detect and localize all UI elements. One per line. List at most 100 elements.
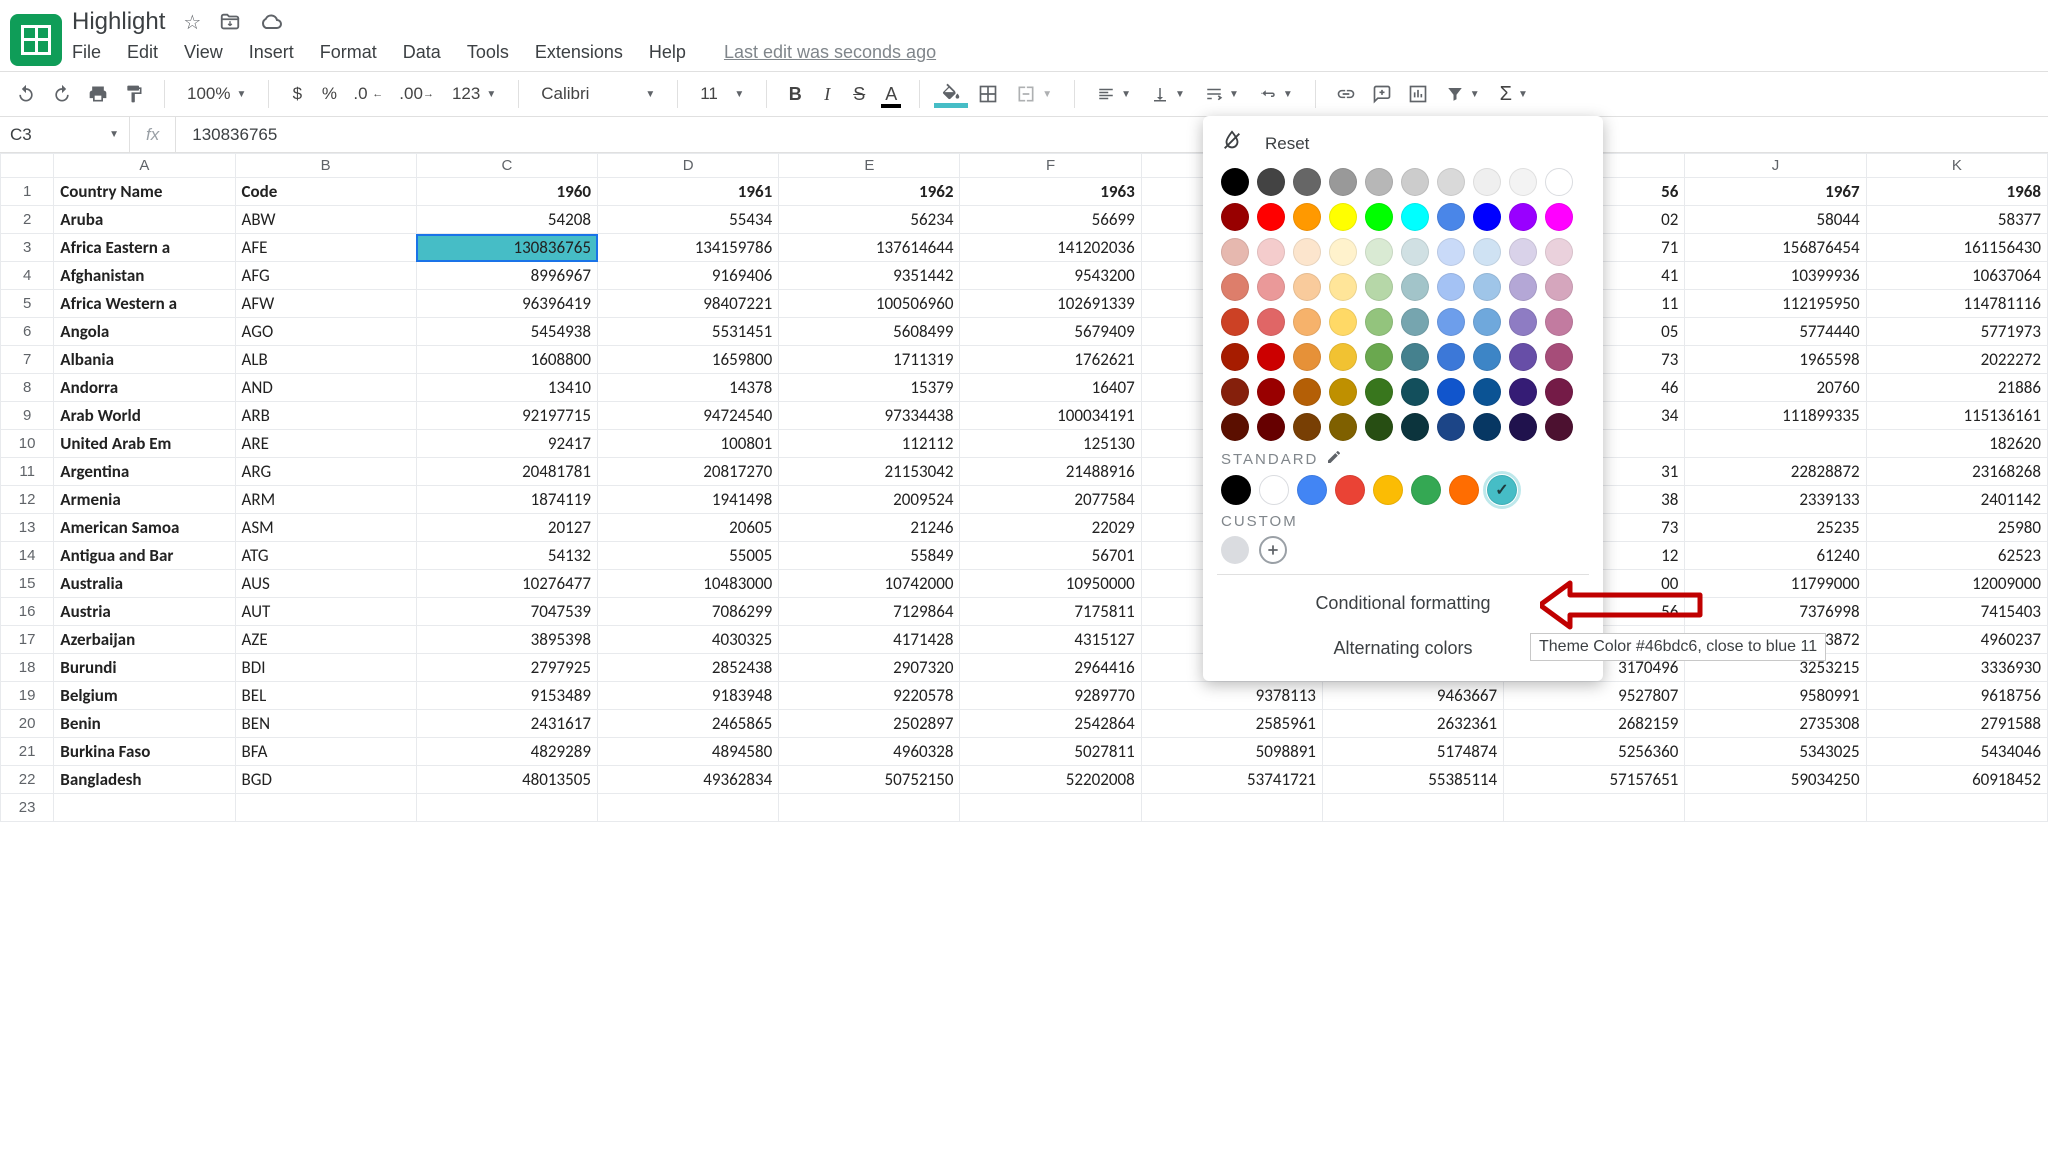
cell[interactable]: 1941498	[598, 486, 779, 514]
cell[interactable]: 141202036	[960, 234, 1141, 262]
star-icon[interactable]: ☆	[183, 10, 201, 35]
table-row[interactable]: 11ArgentinaARG20481781208172702115304221…	[1, 458, 2048, 486]
cell[interactable]: ARM	[235, 486, 416, 514]
color-swatch[interactable]	[1257, 413, 1285, 441]
color-swatch[interactable]	[1401, 413, 1429, 441]
cell[interactable]: AFE	[235, 234, 416, 262]
cell[interactable]: American Samoa	[54, 514, 235, 542]
cell[interactable]: 2797925	[416, 654, 597, 682]
color-swatch[interactable]	[1221, 203, 1249, 231]
color-swatch[interactable]	[1329, 238, 1357, 266]
currency-button[interactable]: $	[283, 78, 311, 110]
cell[interactable]: ATG	[235, 542, 416, 570]
color-swatch[interactable]	[1365, 413, 1393, 441]
color-swatch[interactable]	[1509, 273, 1537, 301]
cell[interactable]: 10483000	[598, 570, 779, 598]
cell[interactable]: 161156430	[1866, 234, 2047, 262]
cell[interactable]: 25980	[1866, 514, 2047, 542]
cell[interactable]: 22828872	[1685, 458, 1866, 486]
chart-button[interactable]	[1402, 78, 1434, 110]
row-number[interactable]: 16	[1, 598, 54, 626]
color-swatch[interactable]	[1509, 378, 1537, 406]
color-swatch[interactable]	[1293, 203, 1321, 231]
h-align-dropdown[interactable]: ▼	[1089, 85, 1139, 103]
cell[interactable]: Australia	[54, 570, 235, 598]
standard-color-swatch[interactable]	[1297, 475, 1327, 505]
cell[interactable]: 12009000	[1866, 570, 2047, 598]
color-swatch[interactable]	[1257, 378, 1285, 406]
color-swatch[interactable]	[1437, 378, 1465, 406]
color-swatch[interactable]	[1545, 343, 1573, 371]
cell[interactable]: 4030325	[598, 626, 779, 654]
table-row[interactable]: 1Country NameCode19601961196219635619671…	[1, 178, 2048, 206]
cell[interactable]: 97334438	[779, 402, 960, 430]
menu-insert[interactable]: Insert	[249, 42, 294, 63]
cell[interactable]: 3336930	[1866, 654, 2047, 682]
bold-button[interactable]: B	[781, 78, 809, 110]
cell[interactable]: 2585961	[1141, 710, 1322, 738]
cell[interactable]: 5343025	[1685, 738, 1866, 766]
cell[interactable]: 130836765	[416, 234, 597, 262]
cell[interactable]: 7415403	[1866, 598, 2047, 626]
move-icon[interactable]	[219, 11, 241, 33]
table-row[interactable]: 19BelgiumBEL9153489918394892205789289770…	[1, 682, 2048, 710]
doc-title[interactable]: Highlight	[72, 8, 165, 36]
cell[interactable]: 2852438	[598, 654, 779, 682]
cell[interactable]: 21488916	[960, 458, 1141, 486]
table-row[interactable]: 20BeninBEN243161724658652502897254286425…	[1, 710, 2048, 738]
cell[interactable]: 52202008	[960, 766, 1141, 794]
cell[interactable]: 62523	[1866, 542, 2047, 570]
color-swatch[interactable]	[1509, 413, 1537, 441]
cell[interactable]: 1659800	[598, 346, 779, 374]
col-C[interactable]: C	[416, 154, 597, 178]
table-row[interactable]: 2ArubaABW5420855434562345669902580445837…	[1, 206, 2048, 234]
percent-button[interactable]: %	[315, 78, 343, 110]
paint-format-button[interactable]	[118, 78, 150, 110]
cell[interactable]	[54, 794, 235, 822]
table-row[interactable]: 8AndorraAND13410143781537916407462076021…	[1, 374, 2048, 402]
cell[interactable]	[1685, 794, 1866, 822]
col-K[interactable]: K	[1866, 154, 2047, 178]
col-D[interactable]: D	[598, 154, 779, 178]
font-dropdown[interactable]: Calibri▼	[533, 84, 663, 104]
cell[interactable]: 2077584	[960, 486, 1141, 514]
cell[interactable]: 9183948	[598, 682, 779, 710]
row-number[interactable]: 4	[1, 262, 54, 290]
cell[interactable]: 2009524	[779, 486, 960, 514]
cell[interactable]: BGD	[235, 766, 416, 794]
color-swatch[interactable]	[1437, 203, 1465, 231]
cell[interactable]	[598, 794, 779, 822]
cell[interactable]: 10637064	[1866, 262, 2047, 290]
col-F[interactable]: F	[960, 154, 1141, 178]
row-number[interactable]: 5	[1, 290, 54, 318]
color-swatch[interactable]	[1257, 168, 1285, 196]
row-number[interactable]: 15	[1, 570, 54, 598]
cell[interactable]	[416, 794, 597, 822]
add-custom-color-button[interactable]	[1259, 536, 1287, 564]
cell[interactable]: 1962	[779, 178, 960, 206]
cell[interactable]: 56699	[960, 206, 1141, 234]
cell[interactable]: 114781116	[1866, 290, 2047, 318]
row-number[interactable]: 7	[1, 346, 54, 374]
color-swatch[interactable]	[1401, 273, 1429, 301]
cell[interactable]	[1866, 794, 2047, 822]
cell[interactable]: 5608499	[779, 318, 960, 346]
row-number[interactable]: 1	[1, 178, 54, 206]
cell[interactable]: 23168268	[1866, 458, 2047, 486]
italic-button[interactable]: I	[813, 78, 841, 110]
cell[interactable]: 9289770	[960, 682, 1141, 710]
cell[interactable]: 54132	[416, 542, 597, 570]
last-edit-link[interactable]: Last edit was seconds ago	[724, 42, 936, 63]
cell[interactable]: 10276477	[416, 570, 597, 598]
color-swatch[interactable]	[1473, 378, 1501, 406]
color-swatch[interactable]	[1473, 273, 1501, 301]
cell[interactable]: 2339133	[1685, 486, 1866, 514]
name-box[interactable]: C3▼	[0, 117, 130, 152]
cell[interactable]: Benin	[54, 710, 235, 738]
cell[interactable]: 5454938	[416, 318, 597, 346]
cell[interactable]: Burundi	[54, 654, 235, 682]
color-swatch[interactable]	[1473, 308, 1501, 336]
color-swatch[interactable]	[1329, 168, 1357, 196]
cell[interactable]: 1968	[1866, 178, 2047, 206]
cell[interactable]: 9169406	[598, 262, 779, 290]
